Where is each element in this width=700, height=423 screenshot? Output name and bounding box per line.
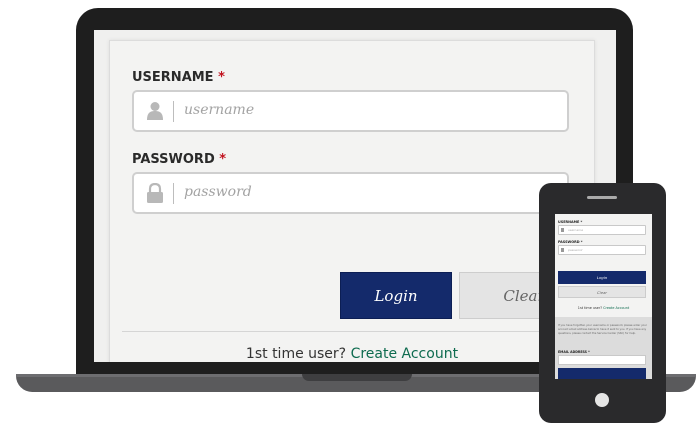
mobile-password-input[interactable]: password bbox=[558, 245, 646, 255]
first-time-user-row: 1st time user? Create Account bbox=[110, 346, 594, 362]
mobile-login-button[interactable]: Login bbox=[558, 271, 646, 284]
phone-screen: USERNAME * username PASSWORD * password … bbox=[555, 214, 652, 379]
laptop-screen: USERNAME * username PASSWORD * password … bbox=[94, 30, 616, 362]
username-label: USERNAME * bbox=[132, 70, 225, 85]
phone-home-button bbox=[595, 393, 609, 407]
mobile-submit-button[interactable] bbox=[558, 368, 646, 379]
login-card: USERNAME * username PASSWORD * password … bbox=[109, 40, 595, 362]
first-time-user-text: 1st time user? bbox=[245, 346, 347, 362]
password-input[interactable]: password bbox=[132, 172, 569, 214]
laptop-notch bbox=[302, 374, 412, 381]
mobile-first-time-text: 1st time user? bbox=[577, 306, 603, 310]
mobile-clear-button[interactable]: Clear bbox=[558, 286, 646, 298]
mobile-info-text: If you have forgotten your username or p… bbox=[558, 324, 647, 335]
mobile-password-label: PASSWORD * bbox=[558, 240, 583, 244]
mobile-password-placeholder: password bbox=[568, 248, 583, 252]
divider bbox=[122, 331, 582, 332]
password-placeholder: password bbox=[184, 184, 252, 200]
user-icon bbox=[147, 102, 163, 120]
username-label-text: USERNAME bbox=[132, 70, 214, 85]
mobile-username-input[interactable]: username bbox=[558, 225, 646, 235]
input-separator bbox=[173, 101, 174, 122]
password-label: PASSWORD * bbox=[132, 152, 226, 167]
mobile-email-label: EMAIL ADDRESS * bbox=[558, 350, 590, 354]
mobile-first-time-row: 1st time user? Create Account bbox=[555, 306, 652, 310]
mobile-username-placeholder: username bbox=[568, 228, 584, 232]
username-placeholder: username bbox=[184, 102, 255, 118]
required-marker: * bbox=[219, 152, 227, 167]
mobile-create-account-link[interactable]: Create Account bbox=[603, 306, 629, 310]
create-account-link[interactable]: Create Account bbox=[351, 346, 459, 362]
username-input[interactable]: username bbox=[132, 90, 569, 132]
login-button[interactable]: Login bbox=[340, 272, 452, 319]
lock-icon bbox=[561, 248, 564, 252]
mobile-username-label: USERNAME * bbox=[558, 220, 583, 224]
phone-frame: USERNAME * username PASSWORD * password … bbox=[539, 183, 666, 423]
lock-icon bbox=[147, 183, 163, 203]
user-icon bbox=[561, 228, 564, 232]
required-marker: * bbox=[218, 70, 225, 85]
password-label-text: PASSWORD bbox=[132, 152, 215, 167]
phone-speaker bbox=[587, 196, 617, 199]
mobile-email-input[interactable] bbox=[558, 355, 646, 365]
input-separator bbox=[173, 183, 174, 204]
